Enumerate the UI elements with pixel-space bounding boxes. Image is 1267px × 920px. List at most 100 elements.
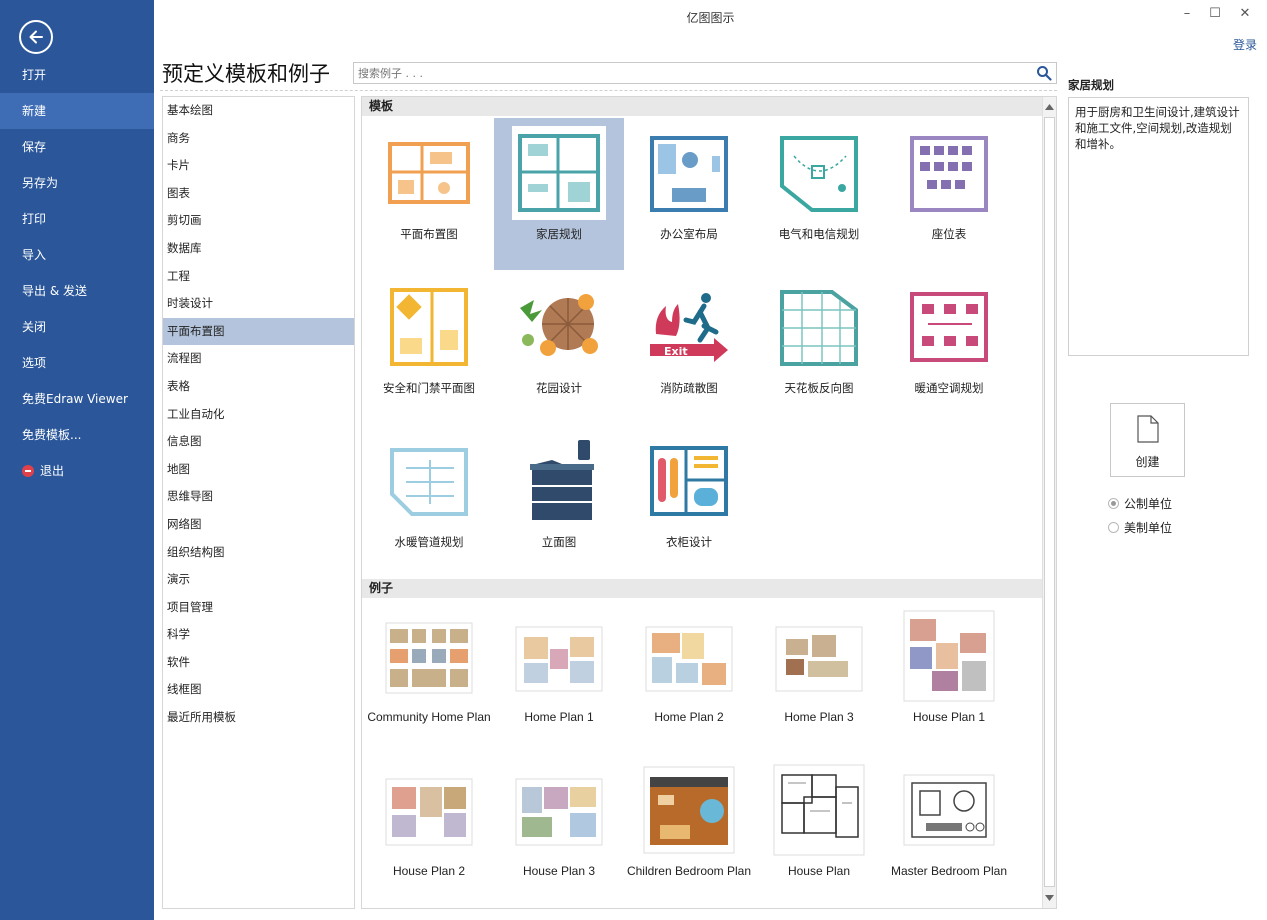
menu-import[interactable]: 导入 — [0, 237, 154, 273]
tile-label: House Plan 3 — [522, 864, 596, 878]
category-item[interactable]: 流程图 — [163, 345, 354, 373]
close-button[interactable]: ✕ — [1235, 6, 1255, 24]
tile-label: Home Plan 2 — [654, 710, 724, 724]
house-plan-2-thumbnail — [385, 778, 473, 846]
template-tile[interactable]: 立面图 — [494, 426, 624, 578]
example-tile[interactable]: House Plan 2 — [364, 755, 494, 907]
minimize-button[interactable]: – — [1177, 6, 1197, 24]
template-tile[interactable]: 电气和电信规划 — [754, 118, 884, 270]
example-tile[interactable]: Home Plan 1 — [494, 601, 624, 753]
menu-save-as[interactable]: 另存为 — [0, 165, 154, 201]
template-tile-selected[interactable]: 家居规划 — [494, 118, 624, 270]
metric-units-option[interactable]: 公制单位 — [1108, 495, 1172, 512]
category-item[interactable]: 最近所用模板 — [163, 704, 354, 732]
template-tile[interactable]: 座位表 — [884, 118, 1014, 270]
example-tile[interactable]: Community Home Plan — [364, 601, 494, 753]
template-tile[interactable]: 天花板反向图 — [754, 272, 884, 424]
template-tile[interactable]: 花园设计 — [494, 272, 624, 424]
category-item[interactable]: 项目管理 — [163, 594, 354, 622]
electrical-plan-icon — [780, 136, 858, 212]
category-item[interactable]: 地图 — [163, 456, 354, 484]
radio-icon[interactable] — [1108, 498, 1119, 509]
back-arrow-icon — [29, 30, 43, 44]
category-item-selected[interactable]: 平面布置图 — [163, 317, 354, 346]
tile-label: 消防疏散图 — [660, 381, 718, 395]
menu-label: 另存为 — [22, 176, 59, 190]
menu-label: 新建 — [22, 104, 47, 118]
house-plan-3-thumbnail — [515, 778, 603, 846]
example-tile[interactable]: Home Plan 2 — [624, 601, 754, 753]
menu-new[interactable]: 新建 — [0, 93, 154, 129]
menu-label: 导出 & 发送 — [22, 284, 87, 298]
template-tile[interactable]: Exit 消防疏散图 — [624, 272, 754, 424]
radio-icon[interactable] — [1108, 522, 1119, 533]
template-tile[interactable]: 办公室布局 — [624, 118, 754, 270]
template-tile[interactable]: 平面布置图 — [364, 118, 494, 270]
category-item[interactable]: 图表 — [163, 180, 354, 208]
category-item[interactable]: 商务 — [163, 125, 354, 153]
example-tile[interactable]: Master Bedroom Plan — [884, 755, 1014, 907]
back-button[interactable] — [19, 20, 53, 54]
exit-icon — [22, 465, 34, 477]
template-tile[interactable]: 暖通空调规划 — [884, 272, 1014, 424]
category-item[interactable]: 时装设计 — [163, 290, 354, 318]
search-input[interactable] — [354, 63, 1024, 83]
menu-exit[interactable]: 退出 — [0, 453, 154, 489]
detail-description: 用于厨房和卫生间设计,建筑设计和施工文件,空间规划,改造规划和增补。 — [1068, 97, 1249, 356]
page-title: 预定义模板和例子 — [162, 62, 330, 86]
template-tile[interactable]: 衣柜设计 — [624, 426, 754, 578]
example-tile[interactable]: House Plan 1 — [884, 601, 1014, 753]
us-units-option[interactable]: 美制单位 — [1108, 519, 1172, 536]
category-item[interactable]: 科学 — [163, 621, 354, 649]
search-icon[interactable] — [1036, 65, 1052, 81]
menu-free-templates[interactable]: 免费模板... — [0, 417, 154, 453]
category-item[interactable]: 数据库 — [163, 235, 354, 263]
tile-label: Home Plan 3 — [784, 710, 854, 724]
category-item[interactable]: 卡片 — [163, 152, 354, 180]
template-tile[interactable]: 安全和门禁平面图 — [364, 272, 494, 424]
menu-label: 选项 — [22, 356, 47, 370]
scroll-thumb[interactable] — [1044, 117, 1055, 887]
menu-print[interactable]: 打印 — [0, 201, 154, 237]
maximize-button[interactable]: ☐ — [1205, 6, 1225, 24]
tile-label: 水暖管道规划 — [394, 535, 464, 549]
backstage-sidebar: 打开 新建 保存 另存为 打印 导入 导出 & 发送 关闭 选项 免费Edraw… — [0, 0, 154, 920]
category-item[interactable]: 工程 — [163, 263, 354, 291]
tile-label: Home Plan 1 — [524, 710, 594, 724]
template-tile[interactable]: 水暖管道规划 — [364, 426, 494, 578]
category-item[interactable]: 思维导图 — [163, 483, 354, 511]
category-item[interactable]: 工业自动化 — [163, 401, 354, 429]
example-tile[interactable]: Home Plan 3 — [754, 601, 884, 753]
tile-label: 立面图 — [541, 535, 577, 549]
menu-free-viewer[interactable]: 免费Edraw Viewer — [0, 381, 154, 417]
category-item[interactable]: 剪切画 — [163, 207, 354, 235]
tile-label: 安全和门禁平面图 — [383, 381, 475, 395]
create-label: 创建 — [1135, 455, 1160, 469]
menu-label: 退出 — [40, 464, 65, 478]
login-link[interactable]: 登录 — [1233, 36, 1257, 53]
menu-save[interactable]: 保存 — [0, 129, 154, 165]
category-item[interactable]: 软件 — [163, 649, 354, 677]
tile-label: 衣柜设计 — [666, 535, 712, 549]
menu-close[interactable]: 关闭 — [0, 309, 154, 345]
tile-label: House Plan 1 — [912, 710, 986, 724]
category-item[interactable]: 线框图 — [163, 676, 354, 704]
menu-options[interactable]: 选项 — [0, 345, 154, 381]
menu-open[interactable]: 打开 — [0, 57, 154, 93]
example-tile[interactable]: Children Bedroom Plan — [624, 755, 754, 907]
category-item[interactable]: 网络图 — [163, 511, 354, 539]
scroll-up-arrow-icon[interactable] — [1043, 99, 1056, 115]
category-item[interactable]: 信息图 — [163, 428, 354, 456]
example-tile[interactable]: House Plan — [754, 755, 884, 907]
example-tile[interactable]: House Plan 3 — [494, 755, 624, 907]
category-item[interactable]: 基本绘图 — [163, 97, 354, 125]
create-button[interactable]: 创建 — [1110, 403, 1185, 477]
office-layout-icon — [650, 136, 728, 212]
category-item[interactable]: 表格 — [163, 373, 354, 401]
category-item[interactable]: 组织结构图 — [163, 539, 354, 567]
category-item[interactable]: 演示 — [163, 566, 354, 594]
menu-export-send[interactable]: 导出 & 发送 — [0, 273, 154, 309]
us-units-label: 美制单位 — [1124, 521, 1173, 535]
gallery-scrollbar[interactable] — [1042, 97, 1056, 908]
scroll-down-arrow-icon[interactable] — [1043, 890, 1056, 906]
